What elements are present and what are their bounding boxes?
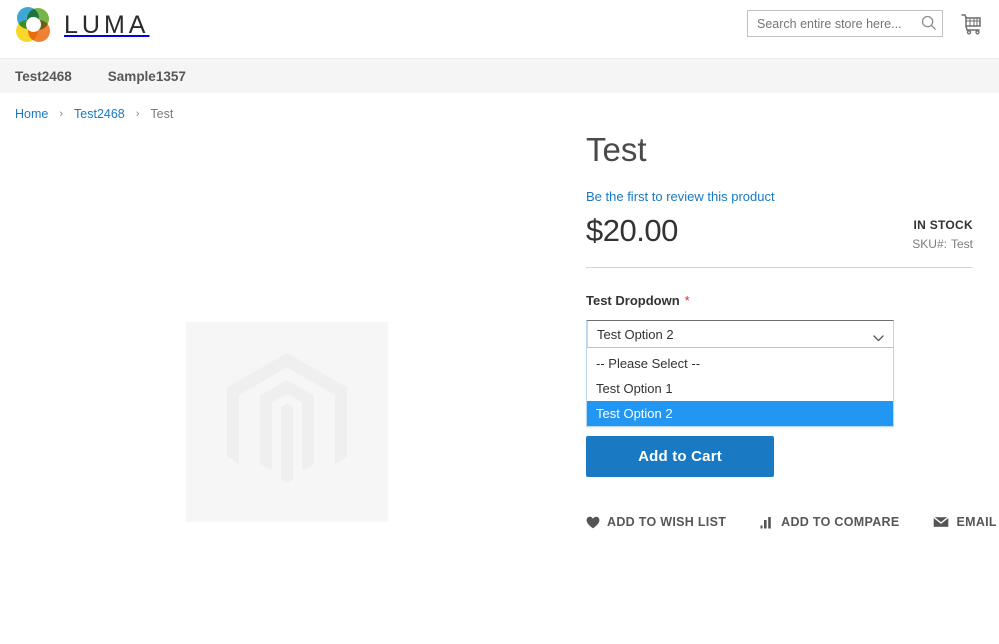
product-price: $20.00 bbox=[586, 213, 678, 249]
add-to-cart-button[interactable]: Add to Cart bbox=[586, 436, 774, 478]
site-logo[interactable]: LUMA bbox=[15, 7, 149, 43]
option-item-please-select[interactable]: -- Please Select -- bbox=[587, 351, 893, 376]
search-box bbox=[747, 10, 943, 37]
review-link[interactable]: Be the first to review this product bbox=[586, 189, 775, 204]
main-navigation: Test2468 Sample1357 bbox=[0, 58, 999, 93]
add-to-wishlist-link[interactable]: ADD TO WISH LIST bbox=[586, 515, 726, 529]
price-row: $20.00 IN STOCK SKU#: Test bbox=[586, 213, 973, 265]
custom-option-block: Test Dropdown * Test Option 2 -- Please S… bbox=[586, 292, 973, 428]
product-image-placeholder[interactable] bbox=[186, 322, 388, 522]
shopping-cart-icon[interactable] bbox=[959, 11, 985, 37]
sku-value: Test bbox=[950, 237, 973, 252]
luma-ring-logo-icon bbox=[15, 7, 51, 43]
breadcrumb-item-current: Test bbox=[150, 107, 174, 121]
required-marker: * bbox=[684, 293, 690, 309]
page-title: Test bbox=[586, 131, 647, 168]
add-to-compare-link[interactable]: ADD TO COMPARE bbox=[760, 515, 899, 529]
breadcrumb: Home › Test2468 › Test bbox=[0, 93, 999, 121]
product-info-panel: Test Be the first to review this product… bbox=[586, 131, 997, 529]
add-to-wishlist-label: ADD TO WISH LIST bbox=[607, 515, 727, 530]
breadcrumb-item-test2468[interactable]: Test2468 bbox=[74, 107, 125, 121]
breadcrumb-separator-icon: › bbox=[59, 108, 64, 120]
envelope-icon bbox=[933, 516, 950, 528]
option-select[interactable]: Test Option 2 bbox=[586, 320, 894, 349]
product-page-main: Test Be the first to review this product… bbox=[0, 121, 999, 529]
chevron-down-icon bbox=[873, 330, 884, 342]
nav-item-sample1357[interactable]: Sample1357 bbox=[108, 69, 186, 84]
status-badge: IN STOCK bbox=[913, 218, 973, 233]
magento-hexagon-placeholder-icon bbox=[227, 353, 347, 483]
logo-text: LUMA bbox=[64, 10, 150, 39]
compare-bars-icon bbox=[760, 516, 774, 529]
option-item-test-option-1[interactable]: Test Option 1 bbox=[587, 376, 893, 401]
add-to-compare-label: ADD TO COMPARE bbox=[781, 515, 900, 530]
breadcrumb-separator-icon: › bbox=[135, 108, 140, 120]
option-item-test-option-2[interactable]: Test Option 2 bbox=[587, 401, 893, 427]
section-divider bbox=[586, 267, 973, 269]
option-dropdown-list: -- Please Select -- Test Option 1 Test O… bbox=[586, 348, 894, 428]
option-label: Test Dropdown bbox=[586, 293, 680, 309]
option-select-wrapper: Test Option 2 -- Please Select -- Test O… bbox=[586, 320, 894, 428]
breadcrumb-item-home[interactable]: Home bbox=[15, 107, 48, 121]
search-input[interactable] bbox=[747, 10, 943, 37]
product-sku: SKU#: Test bbox=[912, 237, 973, 251]
page-header: LUMA bbox=[0, 0, 999, 58]
email-link[interactable]: EMAIL bbox=[933, 515, 997, 530]
search-icon[interactable] bbox=[920, 14, 938, 32]
header-actions bbox=[747, 10, 985, 37]
sku-label: SKU#: bbox=[912, 237, 947, 252]
stock-and-sku: IN STOCK SKU#: Test bbox=[912, 218, 973, 251]
nav-item-test2468[interactable]: Test2468 bbox=[15, 69, 72, 84]
product-social-links: ADD TO WISH LIST ADD TO COMPARE EMAIL bbox=[586, 515, 997, 529]
heart-icon bbox=[586, 516, 600, 529]
option-selected-value: Test Option 2 bbox=[597, 326, 674, 342]
email-label: EMAIL bbox=[956, 515, 997, 530]
